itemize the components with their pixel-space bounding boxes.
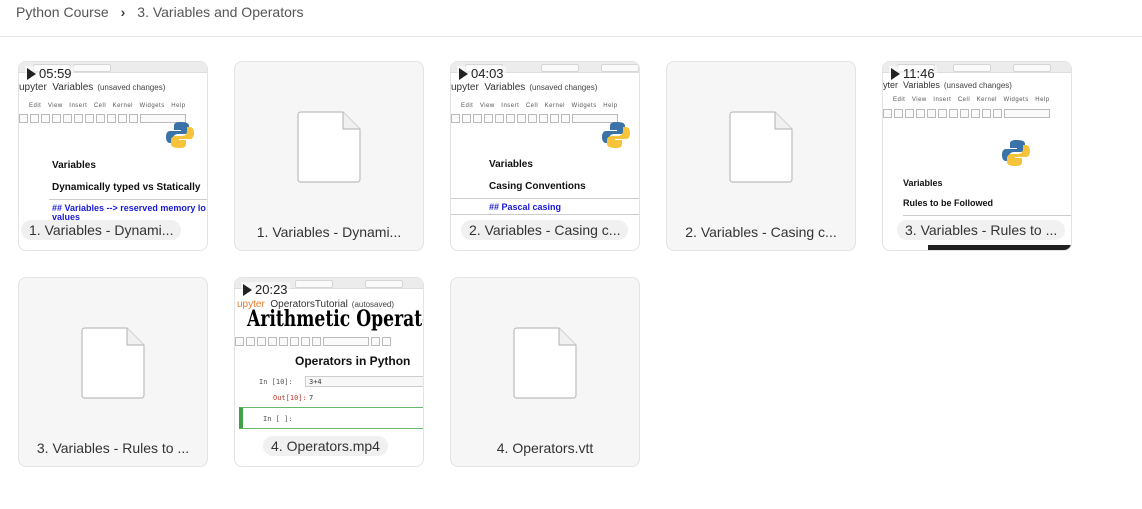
play-icon (243, 283, 252, 296)
jupyter-toolbar (235, 337, 423, 346)
thumb-subheading: Dynamically typed vs Statically (52, 182, 201, 193)
document-icon (81, 327, 145, 399)
breadcrumb: Python Course › 3. Variables and Operato… (16, 0, 304, 24)
output-prompt: Out[10]: (273, 394, 307, 402)
thumb-subheading: Rules to be Followed (903, 198, 994, 208)
jupyter-toolbar (883, 109, 1071, 118)
taskbar (928, 245, 1071, 250)
input-prompt-empty: In [ ]: (263, 415, 293, 423)
breadcrumb-current: 3. Variables and Operators (137, 4, 304, 20)
thumb-heading: Variables (489, 159, 533, 170)
video-tile[interactable]: upyter Variables (unsaved changes) Edit V… (18, 61, 208, 251)
tile-name: 1. Variables - Dynami... (21, 220, 182, 240)
tile-name: 3. Variables - Rules to ... (36, 440, 190, 456)
jupyter-menu: Edit View Insert Cell Kernel Widgets Hel… (461, 103, 618, 109)
thumb-banner: Arithmetic Operators (247, 306, 423, 332)
jupyter-menu: Edit View Insert Cell Kernel Widgets Hel… (893, 97, 1050, 103)
file-tile[interactable]: 4. Operators.vtt (450, 277, 640, 467)
thumb-heading: Operators in Python (295, 354, 411, 368)
breadcrumb-root[interactable]: Python Course (16, 4, 109, 20)
video-duration: 04:03 (457, 66, 506, 81)
python-logo-icon (166, 122, 194, 148)
tile-name: 2. Variables - Casing c... (461, 220, 629, 240)
file-tile[interactable]: 1. Variables - Dynami... (234, 61, 424, 251)
tile-name: 4. Operators.vtt (496, 440, 594, 456)
code-cell: 3+4 (305, 376, 423, 387)
jupyter-title: upyter Variables (unsaved changes) (451, 82, 598, 93)
input-prompt: In [10]: (259, 378, 293, 386)
video-duration: 11:46 (889, 66, 937, 81)
file-tile[interactable]: 3. Variables - Rules to ... (18, 277, 208, 467)
video-tile[interactable]: upyter Variables (unsaved changes) Edit V… (450, 61, 640, 251)
file-tile[interactable]: 2. Variables - Casing c... (666, 61, 856, 251)
tile-name: 4. Operators.mp4 (263, 436, 388, 456)
tile-name: 2. Variables - Casing c... (685, 224, 837, 240)
chevron-right-icon: › (120, 4, 126, 20)
thumb-heading: Variables (903, 178, 943, 188)
tile-name: 3. Variables - Rules to ... (897, 220, 1066, 240)
jupyter-title: upyter Variables (unsaved changes) (19, 82, 166, 93)
python-logo-icon (1002, 140, 1030, 166)
thumb-markdown: ## Pascal casing (489, 202, 562, 212)
document-icon (729, 111, 793, 183)
jupyter-menu: Edit View Insert Cell Kernel Widgets Hel… (29, 103, 186, 109)
video-duration: 05:59 (25, 66, 74, 81)
header-divider (0, 36, 1142, 37)
jupyter-title: yter Variables (unsaved changes) (883, 80, 1012, 90)
video-tile[interactable]: upyter OperatorsTutorial (autosaved) Arit… (234, 277, 424, 467)
thumb-heading: Variables (52, 160, 96, 171)
tile-name: 1. Variables - Dynami... (256, 224, 402, 240)
video-tile[interactable]: yter Variables (unsaved changes) Edit Vie… (882, 61, 1072, 251)
play-icon (27, 67, 36, 80)
document-icon (513, 327, 577, 399)
play-icon (891, 67, 900, 80)
document-icon (297, 111, 361, 183)
video-duration: 20:23 (241, 282, 290, 297)
output-value: 7 (309, 394, 314, 402)
python-logo-icon (602, 122, 630, 148)
play-icon (459, 67, 468, 80)
thumb-subheading: Casing Conventions (489, 181, 586, 192)
